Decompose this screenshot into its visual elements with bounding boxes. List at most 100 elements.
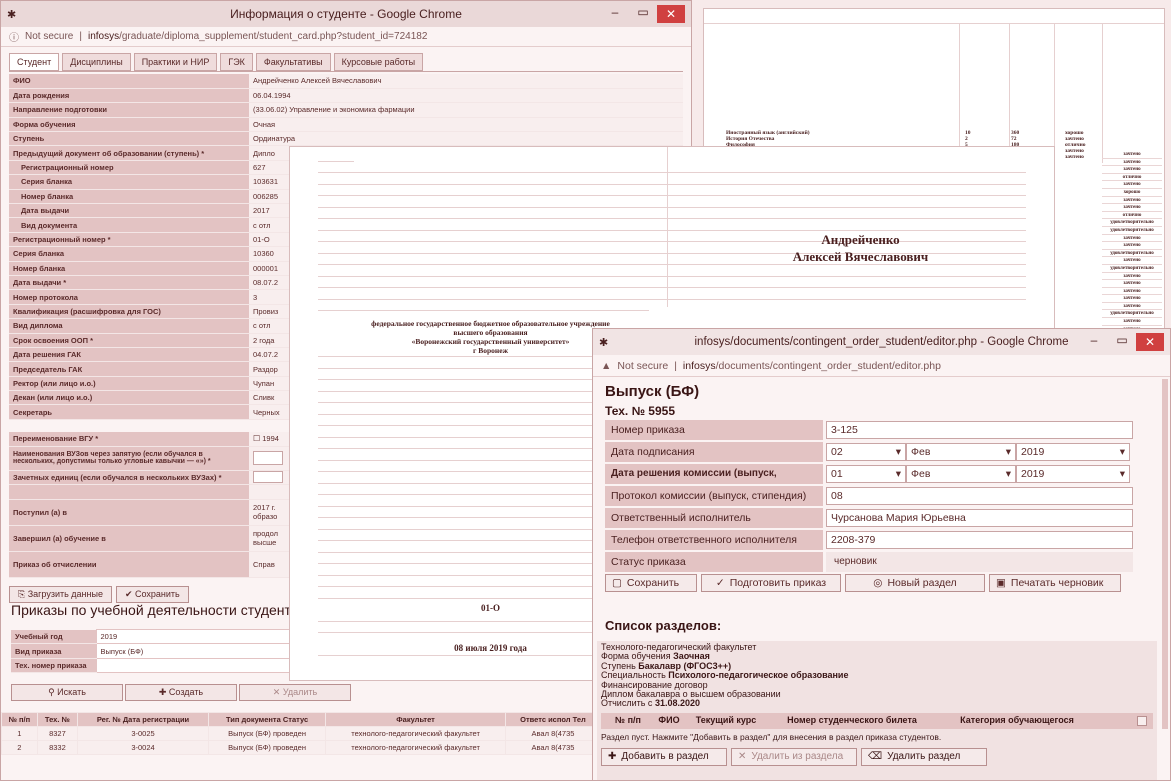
field-label: ФИО (9, 74, 249, 89)
decision-year-select[interactable]: 2019 ▾ (1016, 465, 1130, 483)
print-draft-button[interactable]: ▣ Печатать черновик (989, 574, 1121, 592)
decision-month-select[interactable]: Фев ▾ (906, 465, 1016, 483)
field-label: Предыдущий документ об образовании (ступ… (9, 145, 249, 161)
search-button[interactable]: ⚲ Искать (11, 684, 123, 701)
check-icon-2: ✓ (715, 577, 725, 589)
tab-3[interactable]: ГЭК (220, 53, 253, 71)
tab-1[interactable]: Дисциплины (62, 53, 131, 71)
students-table-header: № п/п ФИО Текущий курс Номер студенческого … (601, 712, 1153, 729)
zet-input[interactable] (253, 471, 283, 484)
x-icon-2: ✕ (738, 751, 747, 763)
responsible-input[interactable]: Чурсанова Мария Юрьевна (826, 509, 1133, 527)
sign-year-select[interactable]: 2019 ▾ (1016, 443, 1130, 461)
order-number-label: Номер приказа (605, 420, 823, 440)
address-bar[interactable]: ⓘ Not secure | infosys/graduate/diploma_s… (1, 27, 691, 47)
close-button-2[interactable]: ✕ (1136, 333, 1164, 351)
title-bar-2: ✱ infosys/documents/contingent_order_stu… (593, 329, 1170, 355)
field-label: Декан (или лицо и.о.) (9, 390, 249, 406)
decision-day-select[interactable]: 01 ▾ (826, 465, 906, 483)
tab-0[interactable]: Студент (9, 53, 60, 71)
grade-cell: зачтено (1102, 181, 1162, 189)
students-table-col: Номер студенческого билета (787, 715, 917, 726)
field-label: Квалификация (расшифровка для ГОС) (9, 304, 249, 320)
filter-input[interactable]: Выпуск (БФ) (95, 643, 291, 659)
table-header: Тип документа Статус (207, 712, 327, 727)
close-button[interactable]: ✕ (657, 5, 685, 23)
search-icon: ⚲ (48, 687, 58, 697)
table-header: Ответс испол Тел (504, 712, 602, 727)
minimize-button-2[interactable]: – (1080, 333, 1108, 351)
status-label: Статус приказа (605, 552, 823, 572)
grade-cell: зачтено (1102, 235, 1162, 243)
table-cell: Авал 8(4735 (504, 740, 602, 755)
grade-cell: зачтено (1102, 280, 1162, 288)
grade-cell: зачтено (1102, 151, 1162, 159)
circle-plus-icon: ◎ (873, 577, 883, 589)
grade-cell: зачтено (1102, 303, 1162, 311)
create-button[interactable]: ✚ Создать (125, 684, 237, 701)
field-value: Очная (249, 117, 683, 133)
field-label: Вид документа (9, 217, 249, 233)
warning-icon[interactable]: ▲ (601, 360, 611, 372)
field-label: Номер бланка (9, 189, 249, 205)
table-row[interactable]: 2 8332 3-0024 Выпуск (БФ) проведен технолого… (1, 740, 602, 755)
field-label: Дата рождения (9, 88, 249, 104)
remove-from-section-button[interactable]: ✕ Удалить из раздела (731, 748, 857, 767)
field-label: Секретарь (9, 404, 249, 420)
dropdown-icon: ▾ (1119, 468, 1125, 480)
maximize-button-2[interactable]: ▭ (1108, 333, 1136, 351)
order-number-input[interactable]: 3-125 (826, 421, 1133, 439)
protocol-input[interactable]: 08 (826, 487, 1133, 505)
vuz-input[interactable] (253, 451, 283, 466)
address-bar-2[interactable]: ▲ Not secure | infosys/documents/continge… (593, 355, 1170, 377)
new-section-button[interactable]: ◎ Новый раздел (845, 574, 985, 592)
field-value: Ординатура (249, 131, 683, 147)
save-order-button[interactable]: ▢ Сохранить (605, 574, 697, 592)
plus-icon-2: ✚ (608, 751, 617, 763)
students-table-col: Текущий курс (695, 715, 757, 726)
table-cell: Авал 8(4735 (504, 726, 602, 741)
tab-4[interactable]: Факультативы (255, 53, 331, 71)
field-label: Серия бланка (9, 174, 249, 190)
url-host: infosys (87, 31, 120, 42)
tab-2[interactable]: Практики и НИР (133, 53, 218, 71)
table-cell: технолого-педагогический факультет (325, 740, 506, 755)
minimize-button[interactable]: – (601, 5, 629, 23)
select-all-checkbox[interactable] (1137, 715, 1147, 726)
add-to-section-button[interactable]: ✚ Добавить в раздел (601, 748, 727, 767)
rename-label: Переименование ВГУ * (9, 431, 249, 447)
filter-input[interactable]: 2019 (95, 628, 291, 645)
url-path-2: /documents/contingent_order_student/edit… (715, 359, 941, 372)
grade-cell: отлично (1102, 174, 1162, 182)
sign-day-select[interactable]: 02 ▾ (826, 443, 906, 461)
maximize-button[interactable]: ▭ (629, 5, 657, 23)
filter-label: Учебный год (11, 629, 96, 645)
protocol-label: Протокол комиссии (выпуск, стипендия) (605, 486, 823, 506)
phone-input[interactable]: 2208-379 (826, 531, 1133, 549)
sign-month-select[interactable]: Фев ▾ (906, 443, 1016, 461)
grade-cell: удовлетворительно (1102, 227, 1162, 235)
info-icon[interactable]: ⓘ (9, 29, 19, 44)
x-icon: ✕ (272, 687, 283, 697)
scrollbar[interactable] (1162, 379, 1168, 729)
table-cell: 3-0024 (77, 740, 209, 755)
rename-checkbox[interactable]: ☐ (253, 434, 260, 443)
save-button[interactable]: ✔ Сохранить (115, 585, 189, 603)
delete-button[interactable]: ✕ Удалить (239, 684, 351, 701)
filter-input[interactable] (95, 657, 291, 674)
tab-5[interactable]: Курсовые работы (333, 53, 424, 71)
field-label: Вид диплома (9, 318, 249, 334)
form-row: Направление подготовки (33.06.02) Управле… (9, 102, 683, 118)
field-label: Срок освоения ООП * (9, 333, 249, 348)
delete-section-button[interactable]: ⌫ Удалить раздел (861, 748, 987, 767)
load-data-button[interactable]: ⎘ Загрузить данные (9, 585, 112, 603)
table-row[interactable]: 1 8327 3-0025 Выпуск (БФ) проведен технолого… (1, 726, 602, 741)
table-cell: Выпуск (БФ) проведен (207, 726, 327, 741)
prepare-order-button[interactable]: ✓ Подготовить приказ (701, 574, 841, 592)
field-value: Андрейченко Алексей Вячеславович (249, 74, 683, 89)
grade-cell: зачтено (1102, 166, 1162, 174)
table-cell: Выпуск (БФ) проведен (207, 740, 327, 755)
window-title: Информация о студенте - Google Chrome (230, 7, 462, 21)
entered-label: Поступил (а) в (9, 499, 249, 526)
grade-cell: хорошо (1102, 189, 1162, 197)
